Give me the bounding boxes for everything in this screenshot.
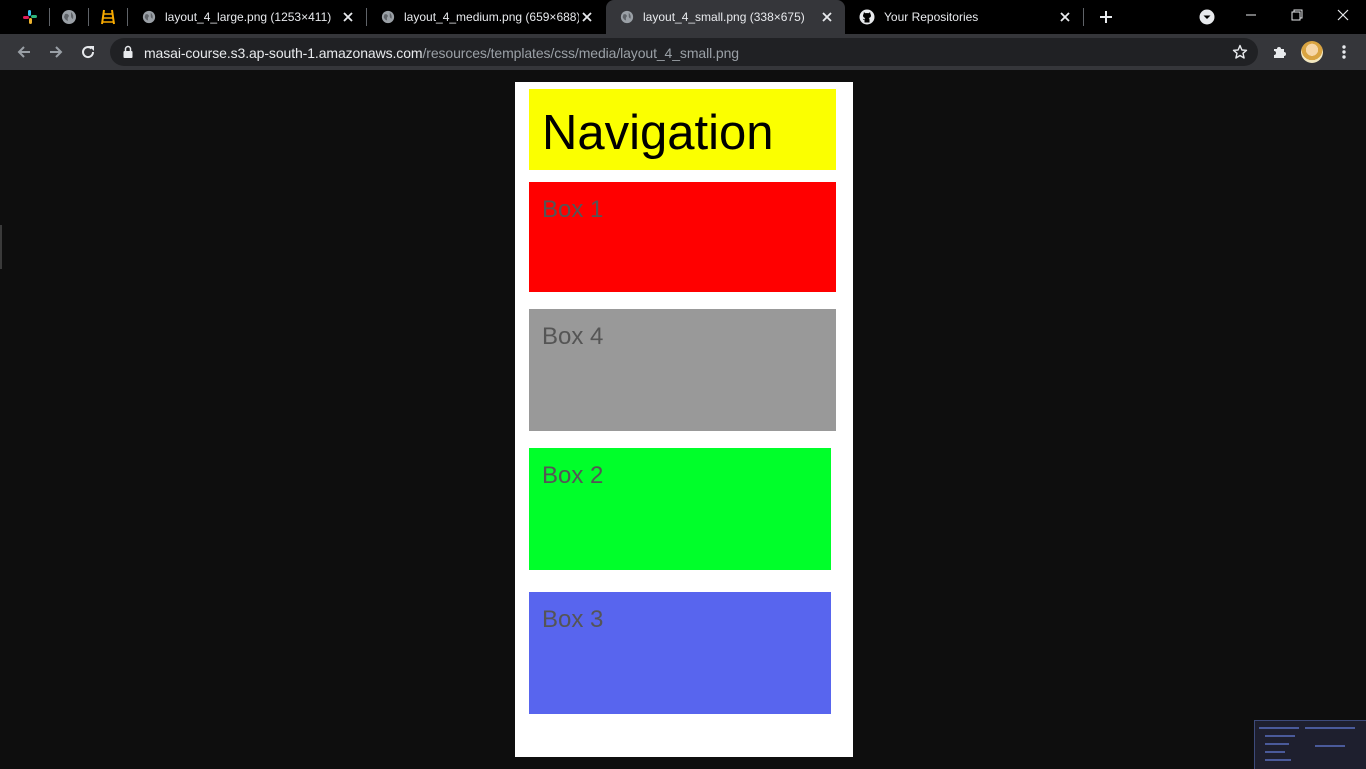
tab-title: layout_4_small.png (338×675) (643, 10, 805, 24)
tab-title: layout_4_medium.png (659×688) (404, 10, 579, 24)
back-button[interactable] (12, 40, 36, 64)
minimize-button[interactable] (1228, 0, 1274, 30)
url-host: masai-course.s3.ap-south-1.amazonaws.com (144, 45, 423, 61)
globe-icon (142, 10, 156, 24)
box-4: Box 4 (529, 309, 836, 431)
tab-title: Your Repositories (884, 10, 979, 24)
box-1: Box 1 (529, 182, 836, 292)
close-window-button[interactable] (1320, 0, 1366, 30)
restore-icon (1291, 9, 1303, 21)
new-tab-button[interactable] (1094, 5, 1118, 29)
forward-button[interactable] (44, 40, 68, 64)
close-tab-icon[interactable] (579, 9, 595, 25)
displayed-image: Navigation Box 1 Box 4 Box 2 Box 3 (515, 82, 853, 757)
address-bar[interactable]: masai-course.s3.ap-south-1.amazonaws.com… (110, 38, 1258, 66)
navigation-label: Navigation (542, 106, 774, 160)
pinned-tab-ladder[interactable] (89, 0, 127, 34)
close-tab-icon[interactable] (819, 9, 835, 25)
tab-layout-small[interactable]: layout_4_small.png (338×675) (606, 0, 845, 34)
close-tab-icon[interactable] (1057, 9, 1073, 25)
pinned-tab-slack[interactable] (11, 0, 49, 34)
tab-layout-medium[interactable]: layout_4_medium.png (659×688) (367, 0, 605, 34)
slack-icon (23, 10, 37, 24)
arrow-left-icon (17, 46, 30, 58)
menu-button[interactable] (1332, 40, 1356, 64)
tab-search-button[interactable] (1198, 8, 1216, 26)
taskbar-preview-thumbnail[interactable] (1254, 720, 1366, 769)
minimize-icon (1246, 14, 1256, 16)
globe-icon (381, 10, 395, 24)
plus-icon (1100, 11, 1112, 23)
box-3: Box 3 (529, 592, 831, 714)
navigation-box: Navigation (529, 89, 836, 170)
reload-icon (82, 46, 95, 59)
tab-title: layout_4_large.png (1253×411) (165, 10, 332, 24)
globe-icon (62, 10, 76, 24)
box-label: Box 1 (542, 196, 604, 223)
ladder-icon (101, 9, 115, 25)
restore-button[interactable] (1274, 0, 1320, 30)
chevron-down-circle-icon (1199, 9, 1215, 25)
lock-icon[interactable] (122, 45, 134, 64)
extensions-button[interactable] (1268, 40, 1292, 64)
box-2: Box 2 (529, 448, 831, 570)
url-path: /resources/templates/css/media/layout_4_… (422, 45, 739, 61)
window-edge-handle (0, 225, 2, 269)
page-viewport: Navigation Box 1 Box 4 Box 2 Box 3 (0, 70, 1366, 769)
puzzle-icon (1274, 47, 1286, 58)
tab-your-repositories[interactable]: Your Repositories (845, 0, 1083, 34)
browser-toolbar: masai-course.s3.ap-south-1.amazonaws.com… (0, 34, 1366, 70)
pinned-tab-globe[interactable] (50, 0, 88, 34)
box-label: Box 3 (542, 606, 604, 633)
bookmark-star-icon[interactable] (1232, 44, 1248, 65)
box-label: Box 2 (542, 462, 604, 489)
url-text: masai-course.s3.ap-south-1.amazonaws.com… (144, 45, 739, 61)
arrow-right-icon (50, 46, 63, 58)
tab-strip: layout_4_large.png (1253×411) layout_4_m… (0, 0, 1366, 34)
profile-avatar[interactable] (1301, 41, 1323, 63)
globe-icon (620, 10, 634, 24)
tab-separator (1083, 8, 1084, 26)
reload-button[interactable] (76, 40, 100, 64)
close-icon (1337, 9, 1349, 21)
close-tab-icon[interactable] (340, 9, 356, 25)
box-label: Box 4 (542, 323, 604, 350)
more-vertical-icon (1342, 45, 1346, 59)
tab-layout-large[interactable]: layout_4_large.png (1253×411) (128, 0, 366, 34)
github-icon (859, 9, 875, 25)
